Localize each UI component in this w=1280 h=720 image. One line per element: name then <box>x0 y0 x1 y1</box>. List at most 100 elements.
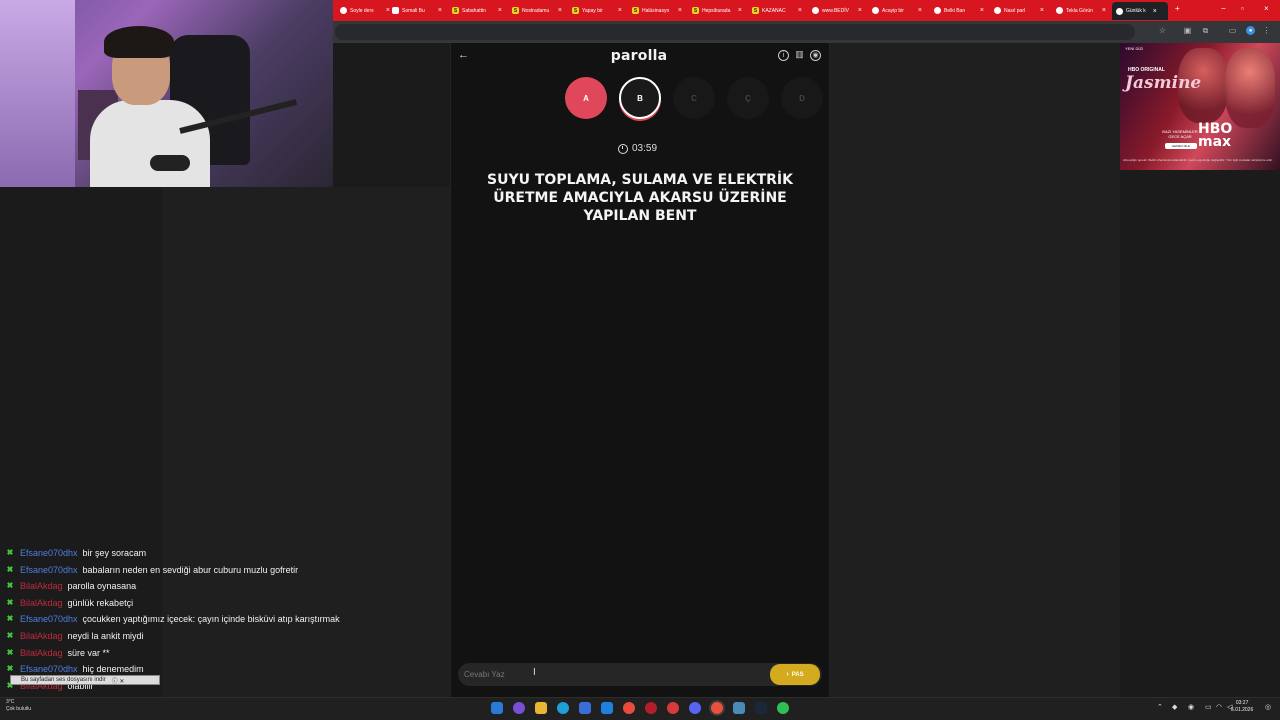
browser-tab[interactable]: S Nostradamu × <box>508 3 566 18</box>
tab-close-icon[interactable]: × <box>558 7 562 14</box>
tray-display-icon[interactable]: ▭ <box>1205 703 1212 711</box>
platform-badge-icon: ✖ <box>6 647 14 657</box>
browser-tab[interactable]: Belki Ban × <box>930 3 988 18</box>
tab-close-icon[interactable]: × <box>980 7 984 14</box>
browser-tab[interactable]: Somali Bu × <box>388 3 446 18</box>
copilot-icon[interactable] <box>513 702 525 714</box>
text-cursor-icon: I <box>533 667 536 678</box>
info-icon[interactable]: i <box>778 50 789 61</box>
tab-label: Nostradamu <box>522 7 550 14</box>
webcam-microphone <box>150 155 190 171</box>
new-tab-icon[interactable]: + <box>1175 4 1180 13</box>
store-icon[interactable] <box>579 702 591 714</box>
tab-close-icon[interactable]: × <box>618 7 622 14</box>
back-arrow-icon[interactable]: ← <box>458 49 469 61</box>
tray-app-icon[interactable]: ◆ <box>1172 703 1177 711</box>
settings-icon[interactable] <box>733 702 745 714</box>
tab-favicon-icon <box>872 7 879 14</box>
hbo-max-ad[interactable]: YENİ DİZİ HBO ORIGINAL Jasmine BAZI YASE… <box>1120 43 1280 170</box>
browser-tab[interactable]: Acayip bir × <box>868 3 926 18</box>
tab-close-icon[interactable]: × <box>1102 7 1106 14</box>
chat-username[interactable]: BilalAkdag <box>20 581 63 591</box>
system-clock[interactable]: 03:27 5.01.2026 <box>1231 700 1253 714</box>
tab-label: Halüsinasyo <box>642 7 670 14</box>
chrome-icon[interactable] <box>623 702 635 714</box>
browser-tab[interactable]: S Sabahattin × <box>448 3 506 18</box>
mail-icon[interactable] <box>601 702 613 714</box>
notification-bell-icon[interactable]: ◎ <box>1265 703 1271 711</box>
answer-input[interactable] <box>462 665 762 684</box>
app-icon[interactable] <box>667 702 679 714</box>
profile-avatar-icon[interactable]: ● <box>1246 26 1255 35</box>
start-icon[interactable] <box>491 702 503 714</box>
letter-label: B <box>637 93 643 103</box>
stats-icon[interactable]: ▥ <box>794 50 805 61</box>
tab-close-icon[interactable]: × <box>798 7 802 14</box>
chat-username[interactable]: BilalAkdag <box>20 648 63 658</box>
ad-person-image <box>1225 48 1275 128</box>
tab-close-icon[interactable]: × <box>738 7 742 14</box>
platform-badge-icon: ✖ <box>6 581 14 591</box>
page-title: parolla <box>610 48 668 64</box>
account-icon[interactable]: ◉ <box>810 50 821 61</box>
tab-close-icon[interactable]: × <box>498 7 502 14</box>
whatsapp-icon[interactable] <box>777 702 789 714</box>
letter-circle-b: B <box>619 77 661 119</box>
sidebar-icon[interactable]: ▭ <box>1228 26 1237 35</box>
active-tab[interactable]: Günlük k × <box>1112 2 1168 20</box>
weather-widget[interactable]: 3°C Çok bulutlu <box>6 699 31 713</box>
letter-label: A <box>583 93 589 103</box>
chat-username[interactable]: Efsane070dhx <box>20 614 78 624</box>
close-window-icon[interactable]: × <box>1264 4 1269 13</box>
chat-username[interactable]: Efsane070dhx <box>20 548 78 558</box>
tab-close-icon[interactable]: × <box>858 7 862 14</box>
chat-username[interactable]: BilalAkdag <box>20 598 63 608</box>
edge-icon[interactable] <box>557 702 569 714</box>
tab-close-icon[interactable]: × <box>438 7 442 14</box>
ad-tagline: BAZI YASEMİNLER GECE AÇAR <box>1162 129 1198 139</box>
chat-username[interactable]: Efsane070dhx <box>20 664 78 674</box>
pass-button[interactable]: › PAS <box>770 664 820 685</box>
tray-network-icon[interactable]: ◉ <box>1188 703 1194 711</box>
tab-favicon-icon <box>934 7 941 14</box>
chrome-active-icon[interactable] <box>711 702 723 714</box>
download-bar[interactable]: Bu sayfadan ses dosyasını indir ⓘ ✕ <box>10 675 160 685</box>
browser-tab[interactable]: S Halüsinasyo × <box>628 3 686 18</box>
browser-tab[interactable]: S KAZANAC × <box>748 3 806 18</box>
tab-favicon-icon: S <box>512 7 519 14</box>
tab-label: Sabahattin <box>462 7 486 14</box>
steam-icon[interactable] <box>755 702 767 714</box>
file-explorer-icon[interactable] <box>535 702 547 714</box>
tab-close-icon[interactable]: × <box>918 7 922 14</box>
tab-close-icon[interactable]: × <box>1153 8 1157 15</box>
tab-close-icon[interactable]: × <box>1040 7 1044 14</box>
browser-tab[interactable]: S Hepsiburada × <box>688 3 746 18</box>
clock-date: 5.01.2026 <box>1231 707 1254 713</box>
address-bar[interactable] <box>335 24 1135 40</box>
tab-close-icon[interactable]: × <box>678 7 682 14</box>
wifi-icon[interactable]: ◠ <box>1216 703 1222 711</box>
tab-label: Hepsiburada <box>702 7 731 14</box>
chat-username[interactable]: Efsane070dhx <box>20 565 78 575</box>
letter-circle-a: A <box>565 77 607 119</box>
browser-tab[interactable]: Soyle ders × <box>336 3 394 18</box>
bookmark-star-icon[interactable]: ☆ <box>1158 26 1167 35</box>
menu-kebab-icon[interactable]: ⋮ <box>1262 26 1271 35</box>
download-close-icon[interactable]: ⓘ ✕ <box>112 676 125 685</box>
ad-cta-button[interactable]: HEMEN İZLE <box>1165 143 1197 149</box>
opera-icon[interactable] <box>645 702 657 714</box>
tab-label: Belki Ban <box>944 7 966 14</box>
browser-tab[interactable]: Tekla Görün × <box>1052 3 1110 18</box>
webcam-overlay <box>0 0 333 187</box>
chat-message: ✖ BilalAkdag parolla oynasana <box>6 579 136 593</box>
maximize-icon[interactable]: ▫ <box>1241 4 1244 13</box>
translate-icon[interactable]: ▣ <box>1183 26 1192 35</box>
browser-tab[interactable]: Nasıl parl × <box>990 3 1048 18</box>
browser-tab[interactable]: www.BEDİV × <box>808 3 866 18</box>
discord-icon[interactable] <box>689 702 701 714</box>
chat-username[interactable]: BilalAkdag <box>20 631 63 641</box>
minimize-icon[interactable]: − <box>1221 4 1226 13</box>
browser-tab[interactable]: S Yapay bir × <box>568 3 626 18</box>
extensions-icon[interactable]: ⧉ <box>1201 26 1210 35</box>
tray-overflow-icon[interactable]: ⌃ <box>1157 703 1163 711</box>
